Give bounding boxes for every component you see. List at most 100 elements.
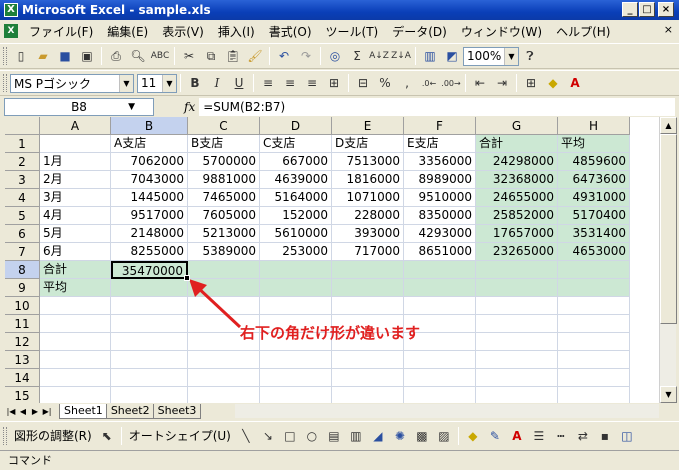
table-cell[interactable] [404,387,476,403]
italic-button[interactable]: I [206,73,228,93]
permission-icon[interactable]: ▣ [76,46,98,66]
table-cell[interactable]: 2148000 [111,225,188,243]
paste-icon[interactable]: 📋︎ [222,46,244,66]
column-header[interactable]: B [111,117,188,135]
3d-icon[interactable]: ◫ [616,426,638,446]
toolbar-grip[interactable] [3,74,7,92]
table-cell[interactable] [558,315,630,333]
rectangle-icon[interactable]: □ [279,426,301,446]
next-sheet-icon[interactable]: ▶ [29,407,41,416]
toolbar-grip[interactable] [3,47,7,65]
sort-descending-icon[interactable]: Z↓A [390,46,412,66]
table-cell[interactable]: 32368000 [476,171,558,189]
row-header[interactable]: 8 [5,261,40,279]
font-combo[interactable]: MS Pゴシック ▼ [10,73,134,93]
sheet-tab-1[interactable]: Sheet1 [59,403,108,419]
row-header[interactable]: 5 [5,207,40,225]
table-cell[interactable] [404,297,476,315]
dash-style-icon[interactable]: ┅ [550,426,572,446]
table-cell[interactable]: 7062000 [111,153,188,171]
table-cell[interactable]: 1071000 [332,189,404,207]
undo-icon[interactable]: ↶ [273,46,295,66]
table-cell[interactable]: 8651000 [404,243,476,261]
table-cell[interactable] [111,297,188,315]
table-cell[interactable] [260,279,332,297]
table-cell[interactable] [40,333,111,351]
document-icon[interactable]: X [4,24,18,38]
table-cell[interactable] [188,369,260,387]
column-header[interactable]: G [476,117,558,135]
horizontal-scrollbar[interactable] [235,404,659,418]
table-cell[interactable] [188,351,260,369]
percent-button[interactable]: % [374,73,396,93]
doc-close-icon[interactable]: × [664,23,673,36]
chevron-down-icon[interactable]: ▼ [504,47,518,65]
increase-indent-icon[interactable]: ⇥ [491,73,513,93]
table-cell[interactable]: 3356000 [404,153,476,171]
menu-file[interactable]: ファイル(F) [22,23,100,40]
textbox-icon[interactable]: ▤ [323,426,345,446]
spelling-icon[interactable]: ABC [149,46,171,66]
decrease-indent-icon[interactable]: ⇤ [469,73,491,93]
fill-handle[interactable] [184,275,190,281]
chart-wizard-icon[interactable]: ▥ [419,46,441,66]
table-cell[interactable]: 24298000 [476,153,558,171]
table-cell[interactable]: 5213000 [188,225,260,243]
chevron-down-icon[interactable]: ▼ [128,99,135,115]
format-painter-icon[interactable]: 🖌︎ [244,46,266,66]
menu-view[interactable]: 表示(V) [155,23,211,40]
autosum-icon[interactable]: Σ [346,46,368,66]
row-header[interactable]: 14 [5,369,40,387]
table-cell[interactable] [476,369,558,387]
column-header[interactable]: D [260,117,332,135]
merge-center-icon[interactable]: ⊞ [323,73,345,93]
table-cell[interactable]: 6473600 [558,171,630,189]
chevron-down-icon[interactable]: ▼ [162,74,176,92]
oval-icon[interactable]: ○ [301,426,323,446]
first-sheet-icon[interactable]: |◀ [5,407,17,416]
font-size-combo[interactable]: 11 ▼ [137,73,177,93]
table-cell[interactable] [260,261,332,279]
select-objects-icon[interactable]: ⬉ [96,426,118,446]
print-preview-icon[interactable]: 🔍︎ [127,46,149,66]
row-header[interactable]: 7 [5,243,40,261]
menu-data[interactable]: データ(D) [385,23,454,40]
table-cell[interactable]: 152000 [260,207,332,225]
table-cell[interactable] [40,297,111,315]
formula-input[interactable]: =SUM(B2:B7) [199,97,675,116]
table-cell[interactable] [332,279,404,297]
line-icon[interactable]: ╲ [235,426,257,446]
table-cell[interactable]: 228000 [332,207,404,225]
table-cell[interactable]: 3月 [40,189,111,207]
drawing-icon[interactable]: ◩ [441,46,463,66]
table-cell[interactable] [558,279,630,297]
table-cell[interactable]: 9881000 [188,171,260,189]
table-cell[interactable]: A支店 [111,135,188,153]
increase-decimal-icon[interactable]: .0← [418,73,440,93]
name-box[interactable]: B8 ▼ [4,97,154,116]
table-cell[interactable] [558,351,630,369]
select-all-corner[interactable] [5,117,40,135]
wordart-icon[interactable]: ◢ [367,426,389,446]
table-cell[interactable] [558,387,630,403]
table-cell[interactable]: 1816000 [332,171,404,189]
table-cell[interactable] [332,261,404,279]
sort-ascending-icon[interactable]: A↓Z [368,46,390,66]
row-header[interactable]: 12 [5,333,40,351]
row-header[interactable]: 1 [5,135,40,153]
table-cell[interactable] [111,387,188,403]
column-header[interactable]: A [40,117,111,135]
table-cell[interactable]: 平均 [40,279,111,297]
align-center-icon[interactable]: ≡ [279,73,301,93]
bold-button[interactable]: B [184,73,206,93]
table-cell[interactable]: C支店 [260,135,332,153]
sheet-tab-2[interactable]: Sheet2 [105,403,155,419]
last-sheet-icon[interactable]: ▶| [41,407,53,416]
row-header[interactable]: 4 [5,189,40,207]
menu-tools[interactable]: ツール(T) [319,23,386,40]
row-header[interactable]: 2 [5,153,40,171]
diagram-icon[interactable]: ✺ [389,426,411,446]
table-cell[interactable] [404,261,476,279]
table-cell[interactable] [111,279,188,297]
table-cell[interactable] [188,387,260,403]
